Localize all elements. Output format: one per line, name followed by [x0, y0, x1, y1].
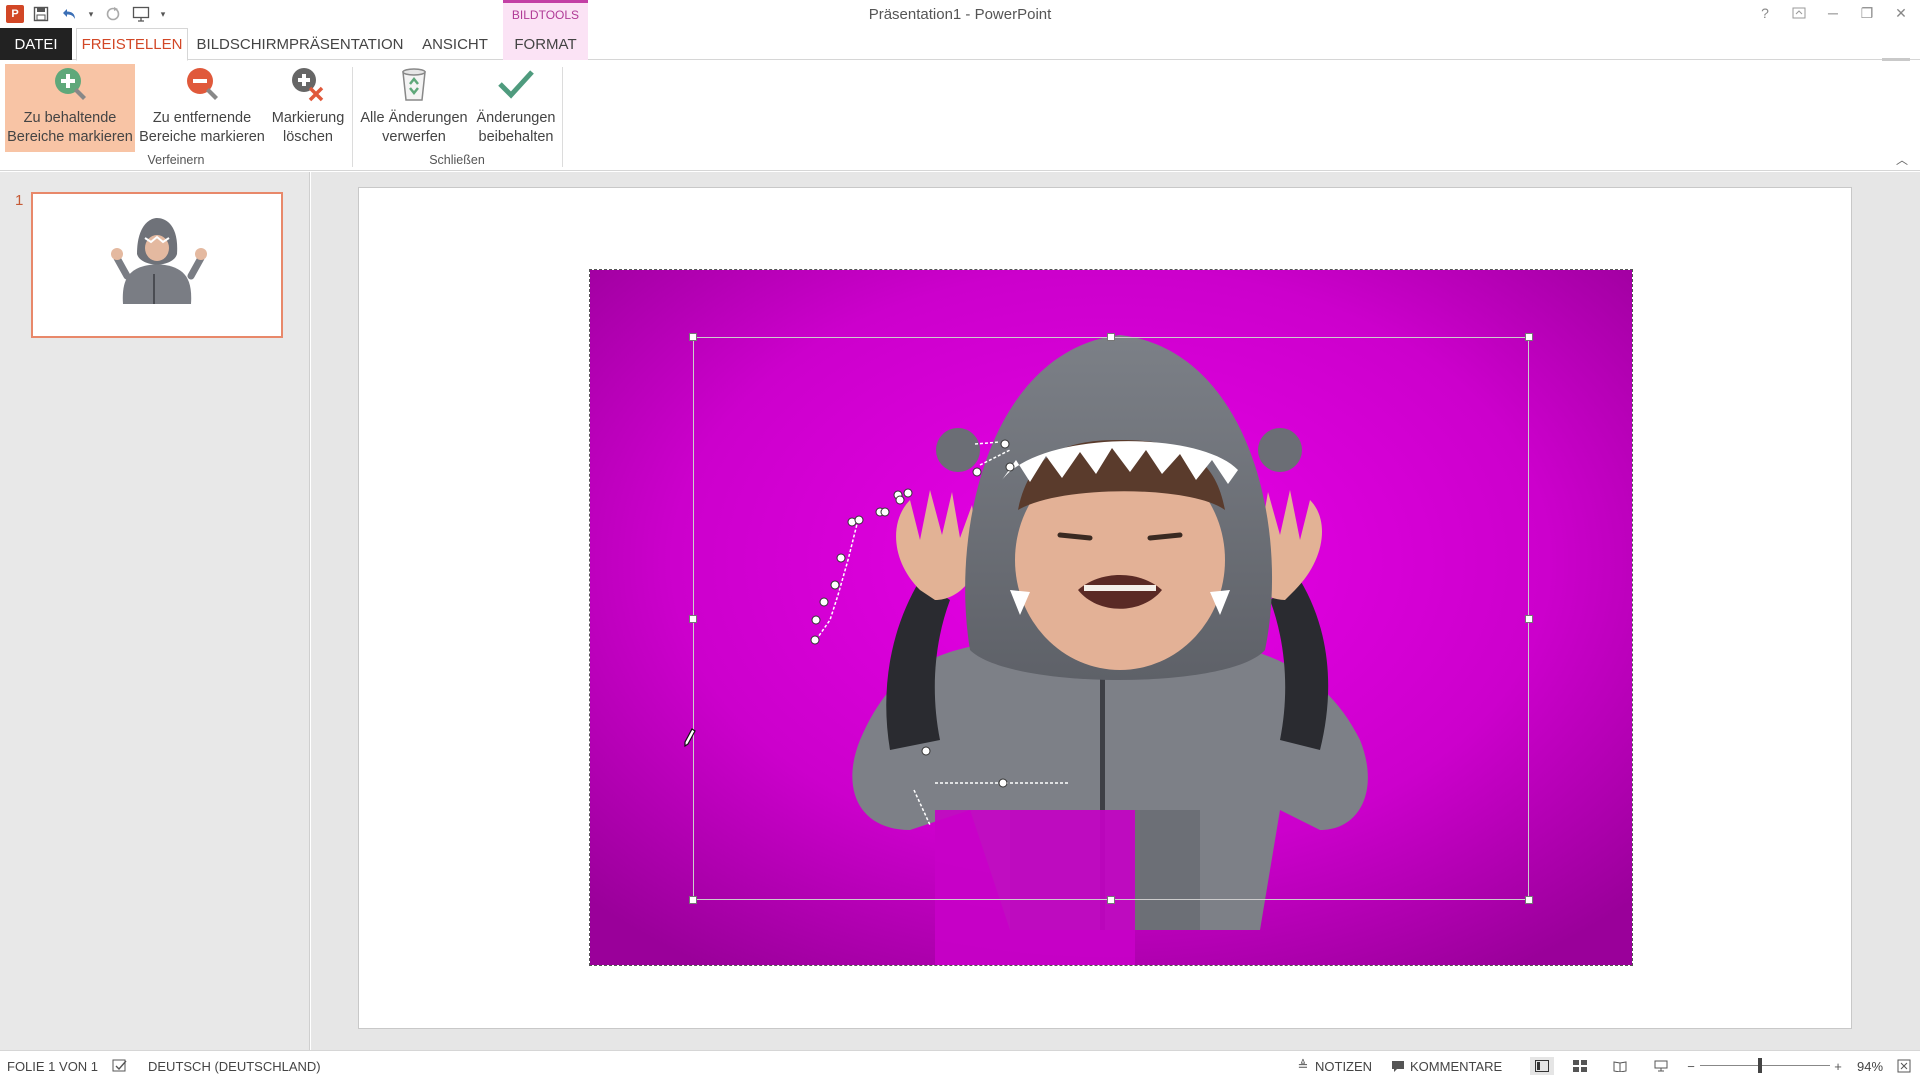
help-icon[interactable]: ?	[1752, 2, 1778, 24]
delete-mark-button[interactable]: Markierung löschen	[268, 64, 348, 152]
zoom-in-icon[interactable]: +	[1829, 1057, 1847, 1075]
group-separator	[562, 67, 563, 167]
language-indicator[interactable]: DEUTSCH (DEUTSCHLAND)	[148, 1059, 321, 1074]
thumbnail-image	[111, 218, 207, 304]
notes-icon[interactable]: ≜	[1294, 1057, 1312, 1075]
discard-all-changes-button[interactable]: Alle Änderungen verwerfen	[356, 64, 472, 152]
group-label-close: Schließen	[429, 153, 485, 167]
zoom-slider[interactable]	[1700, 1065, 1830, 1066]
contextual-tab-group-label: BILDTOOLS	[503, 0, 588, 28]
slide-editing-area	[311, 172, 1920, 1050]
status-bar: FOLIE 1 VON 1 DEUTSCH (DEUTSCHLAND) ≜ NO…	[0, 1050, 1920, 1080]
comments-icon[interactable]	[1389, 1057, 1407, 1075]
slide-thumbnail-pane: 1	[0, 172, 310, 1050]
zoom-out-icon[interactable]: −	[1682, 1057, 1700, 1075]
spelling-check-icon[interactable]	[111, 1057, 129, 1075]
discard-label-1: Alle Änderungen	[360, 110, 468, 126]
window-controls: ? ─ ❐ ✕	[1752, 2, 1914, 24]
slide-thumbnail[interactable]	[31, 192, 283, 338]
title-bar: P ▾ ▾ Präsentation1 - PowerPoint BILDTOO…	[0, 0, 1920, 28]
normal-view-icon[interactable]	[1530, 1057, 1554, 1075]
restore-icon[interactable]: ❐	[1854, 2, 1880, 24]
mark-keep-label-1: Zu behaltende	[23, 110, 117, 126]
ribbon: Zu behaltende Bereiche markieren Zu entf…	[0, 61, 1920, 171]
slide-sorter-icon[interactable]	[1571, 1057, 1589, 1075]
mark-areas-to-keep-button[interactable]: Zu behaltende Bereiche markieren	[5, 64, 135, 152]
keep-changes-label-1: Änderungen	[476, 110, 556, 126]
ribbon-display-options-icon[interactable]	[1786, 2, 1812, 24]
ribbon-tabs: DATEI FREISTELLEN BILDSCHIRMPRÄSENTATION…	[0, 28, 1920, 86]
tab-view[interactable]: ANSICHT	[414, 28, 496, 60]
tab-file[interactable]: DATEI	[0, 28, 72, 60]
mark-remove-label-1: Zu entfernende	[152, 110, 252, 126]
comments-button[interactable]: KOMMENTARE	[1410, 1059, 1502, 1074]
mark-keep-icon	[50, 64, 90, 104]
window-title: Präsentation1 - PowerPoint	[868, 6, 1052, 23]
mark-remove-icon	[182, 64, 222, 104]
zoom-level[interactable]: 94%	[1857, 1059, 1883, 1074]
group-separator	[352, 67, 353, 167]
discard-label-2: verwerfen	[382, 129, 446, 145]
close-icon[interactable]: ✕	[1888, 2, 1914, 24]
reading-view-icon[interactable]	[1611, 1057, 1629, 1075]
slide-number: 1	[15, 192, 24, 209]
tab-format[interactable]: FORMAT	[503, 28, 588, 60]
keep-changes-button[interactable]: Änderungen beibehalten	[472, 64, 560, 152]
mark-areas-to-remove-button[interactable]: Zu entfernende Bereiche markieren	[137, 64, 267, 152]
zoom-slider-thumb[interactable]	[1758, 1058, 1762, 1073]
minimize-icon[interactable]: ─	[1820, 2, 1846, 24]
delete-mark-icon	[288, 64, 328, 104]
fit-slide-to-window-icon[interactable]	[1895, 1057, 1913, 1075]
keep-changes-label-2: beibehalten	[478, 129, 554, 145]
mark-keep-label-2: Bereiche markieren	[7, 129, 133, 145]
slide-indicator: FOLIE 1 VON 1	[7, 1059, 99, 1074]
recycle-bin-icon	[394, 64, 434, 104]
picture-with-background-removal[interactable]	[589, 269, 1633, 966]
tab-slideshow[interactable]: BILDSCHIRMPRÄSENTATION	[195, 28, 405, 60]
tab-background-removal[interactable]: FREISTELLEN	[76, 28, 188, 61]
group-label-refine: Verfeinern	[147, 153, 205, 167]
checkmark-icon	[496, 64, 536, 104]
mark-remove-label-2: Bereiche markieren	[139, 129, 265, 145]
slide[interactable]	[358, 187, 1852, 1029]
pencil-cursor-icon	[684, 728, 696, 748]
photo-boy-shark-costume	[590, 270, 1632, 965]
slideshow-view-icon[interactable]	[1652, 1057, 1670, 1075]
notes-button[interactable]: NOTIZEN	[1315, 1059, 1372, 1074]
delete-mark-label-1: Markierung	[271, 110, 345, 126]
delete-mark-label-2: löschen	[283, 129, 333, 145]
collapse-ribbon-icon[interactable]: ︿	[1896, 151, 1908, 168]
